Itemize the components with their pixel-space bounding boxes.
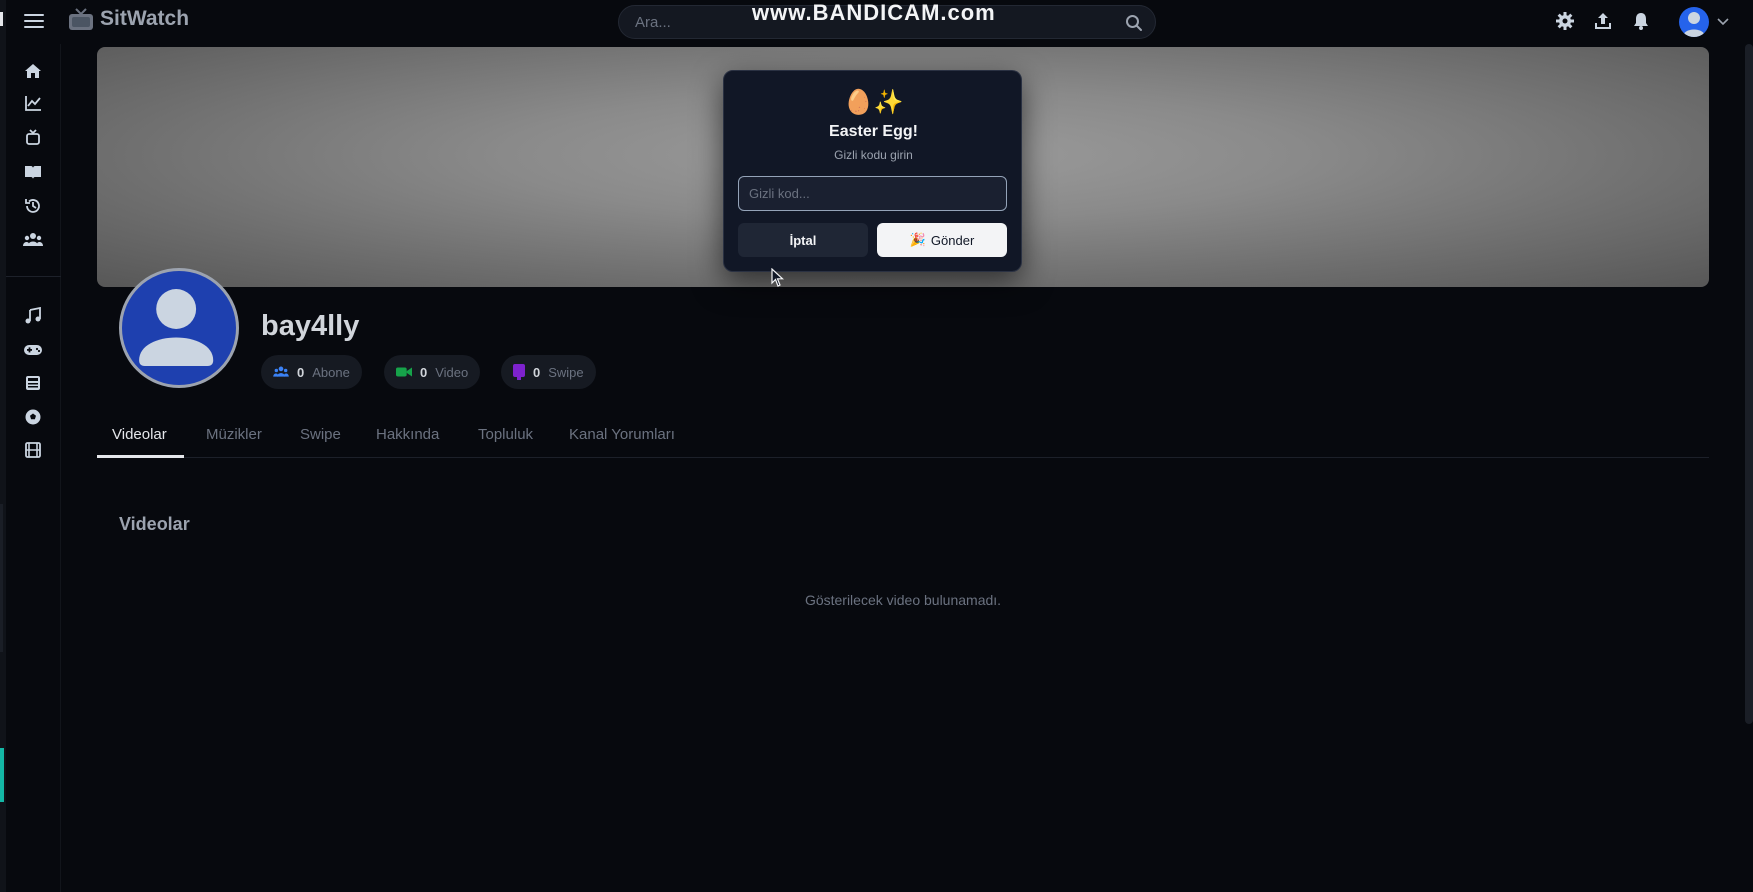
search-icon[interactable]	[1125, 14, 1143, 32]
subscribers-icon	[273, 366, 289, 377]
sidebar-history-icon[interactable]	[22, 195, 44, 217]
swipe-icon	[513, 364, 525, 380]
sidebar-news-icon[interactable]	[22, 372, 44, 394]
bell-icon[interactable]	[1631, 11, 1651, 31]
send-button[interactable]: 🎉 Gönder	[877, 223, 1007, 257]
video-count: 0	[420, 364, 428, 380]
channel-avatar[interactable]	[119, 268, 239, 388]
section-title: Videolar	[119, 514, 190, 534]
settings-icon[interactable]	[1555, 11, 1575, 31]
sidebar-sports-icon[interactable]	[22, 406, 44, 428]
strip-marker	[0, 12, 3, 26]
active-tab-indicator	[97, 455, 184, 458]
tab-muzikler[interactable]: Müzikler	[206, 426, 262, 443]
channel-username: bay4lly	[261, 310, 360, 342]
chevron-down-icon[interactable]	[1716, 14, 1730, 28]
video-camera-icon	[396, 367, 412, 377]
sidebar-music-icon[interactable]	[22, 305, 44, 327]
stat-subscribers: 0 Abone	[261, 355, 362, 389]
strip-panel	[0, 504, 3, 652]
recording-watermark: www.BANDICAM.com	[752, 0, 996, 25]
user-avatar-icon[interactable]	[1679, 7, 1709, 37]
channel-tabs: Videolar Müzikler Swipe Hakkında Toplulu…	[97, 412, 1709, 458]
tab-hakkinda[interactable]: Hakkında	[376, 426, 439, 443]
party-popper-icon: 🎉	[909, 232, 926, 247]
tv-logo-icon	[69, 8, 93, 30]
subscriber-label: Abone	[312, 364, 350, 380]
dialog-subtitle: Gizli kodu girin	[834, 148, 913, 162]
tab-topluluk[interactable]: Topluluk	[478, 426, 533, 443]
tab-kanal-yorumlari[interactable]: Kanal Yorumları	[569, 426, 675, 443]
top-header: SitWatch www.BANDICAM.com	[6, 0, 1747, 44]
upload-icon[interactable]	[1593, 11, 1613, 31]
sidebar-library-icon[interactable]	[22, 161, 44, 183]
menu-icon[interactable]	[24, 12, 44, 30]
app-root: SitWatch www.BANDICAM.com	[0, 0, 1753, 892]
dialog-title: Easter Egg!	[829, 123, 918, 140]
swipe-count: 0	[533, 364, 541, 380]
cancel-button[interactable]: İptal	[738, 223, 868, 257]
subscriber-count: 0	[297, 364, 305, 380]
tab-videolar[interactable]: Videolar	[112, 426, 167, 443]
stat-swipes: 0 Swipe	[501, 355, 596, 389]
page-scrollbar[interactable]	[1745, 44, 1753, 724]
sidebar-trending-icon[interactable]	[22, 92, 44, 114]
video-label: Video	[435, 364, 469, 380]
sidebar	[6, 44, 61, 892]
tab-swipe[interactable]: Swipe	[300, 426, 341, 443]
sidebar-home-icon[interactable]	[22, 60, 44, 82]
secret-code-input[interactable]	[738, 176, 1007, 211]
app-name: SitWatch	[100, 7, 190, 30]
sidebar-subscriptions-icon[interactable]	[22, 126, 44, 148]
strip-accent	[0, 748, 4, 802]
stat-videos: 0 Video	[384, 355, 481, 389]
sidebar-film-icon[interactable]	[22, 439, 44, 461]
empty-state-message: Gösterilecek video bulunamadı.	[804, 592, 1002, 608]
sidebar-gaming-icon[interactable]	[22, 339, 44, 361]
mouse-cursor-icon	[771, 268, 785, 287]
sidebar-divider	[6, 276, 61, 277]
easter-egg-dialog: 🥚✨ Easter Egg! Gizli kodu girin İptal 🎉 …	[723, 70, 1022, 272]
logo[interactable]: SitWatch	[68, 6, 189, 32]
swipe-label: Swipe	[548, 364, 584, 380]
egg-sparkles-icon: 🥚✨	[843, 88, 904, 116]
sidebar-community-icon[interactable]	[22, 229, 44, 251]
send-button-label: Gönder	[930, 232, 975, 248]
